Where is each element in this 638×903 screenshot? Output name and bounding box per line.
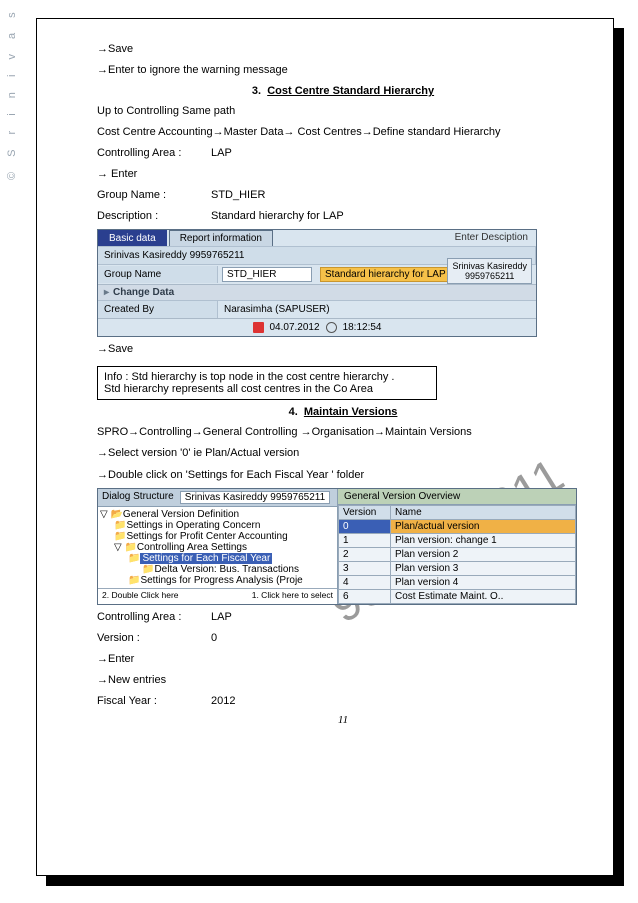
table-row[interactable]: 6Cost Estimate Maint. O.. <box>339 589 576 603</box>
description: Description : Standard hierarchy for LAP <box>97 208 589 225</box>
dialog-structure-label: Dialog Structure <box>102 491 174 504</box>
info-box: Info : Std hierarchy is top node in the … <box>97 366 437 400</box>
tree-node[interactable]: Settings for Progress Analysis (Proje <box>100 575 335 586</box>
group-name: Group Name : STD_HIER <box>97 187 589 204</box>
annotation-2: 2. Double Click here <box>102 590 179 600</box>
version: Version : 0 <box>97 630 589 647</box>
document-page: +91-9959765211 Save Enter to ignore the … <box>36 18 614 876</box>
enter-description-hint: Enter Desciption <box>447 230 536 246</box>
created-by-value: Narasimha (SAPUSER) <box>218 301 336 318</box>
controlling-area: Controlling Area : LAP <box>97 145 589 162</box>
col-name[interactable]: Name <box>391 505 576 519</box>
step-save: Save <box>97 341 589 358</box>
table-row[interactable]: 1Plan version: change 1 <box>339 533 576 547</box>
text-line: Select version '0' ie Plan/Actual versio… <box>97 445 589 462</box>
tree-node[interactable]: ▽ General Version Definition <box>100 509 335 520</box>
created-by-label: Created By <box>98 301 218 318</box>
section-3-title: 3. Cost Centre Standard Hierarchy <box>97 85 589 97</box>
sap-basic-data-panel: Basic data Report information Enter Desc… <box>97 229 537 337</box>
section-4-title: 4. Maintain Versions <box>97 406 589 418</box>
tab-basic-data[interactable]: Basic data <box>98 230 167 246</box>
tree-node-settings-fiscal-year[interactable]: Settings for Each Fiscal Year <box>100 553 335 564</box>
annotation-1: 1. Click here to select <box>252 590 333 600</box>
panel-owner: Srinivas Kasireddy 9959765211 <box>180 491 330 504</box>
table-row[interactable]: 4Plan version 4 <box>339 575 576 589</box>
page-number: 11 <box>97 714 589 726</box>
clock-icon <box>326 322 337 333</box>
group-name-field[interactable]: STD_HIER <box>222 267 312 282</box>
step-enter: Enter <box>97 651 589 668</box>
sap-dialog-structure-panel: Dialog Structure Srinivas Kasireddy 9959… <box>97 488 577 605</box>
date-value: 04.07.2012 <box>270 322 320 333</box>
tree-node[interactable]: ▽ Controlling Area Settings <box>100 542 335 553</box>
side-watermark: © S r i n i v a s a K a s i r e d d y © … <box>6 0 18 180</box>
table-row[interactable]: 3Plan version 3 <box>339 561 576 575</box>
text-line: Cost Centre Accounting→Master Data→ Cost… <box>97 124 589 141</box>
tree-node[interactable]: Settings for Profit Center Accounting <box>100 531 335 542</box>
text-line: Double click on 'Settings for Each Fisca… <box>97 467 589 484</box>
calendar-icon <box>253 322 264 333</box>
tab-report-information[interactable]: Report information <box>169 230 273 246</box>
corner-badge: Srinivas Kasireddy 9959765211 <box>447 258 532 284</box>
version-table: Version Name 0Plan/actual version 1Plan … <box>338 505 576 604</box>
tree-view: ▽ General Version Definition Settings in… <box>98 507 337 588</box>
change-data-header: ▸Change Data <box>98 284 536 300</box>
time-value: 18:12:54 <box>343 322 382 333</box>
fiscal-year: Fiscal Year : 2012 <box>97 693 589 710</box>
step-enter-ignore: Enter to ignore the warning message <box>97 62 589 79</box>
step-new-entries: New entries <box>97 672 589 689</box>
tree-node[interactable]: Settings in Operating Concern <box>100 520 335 531</box>
text-line: Up to Controlling Same path <box>97 103 589 120</box>
group-name-label: Group Name <box>98 266 218 283</box>
general-version-overview-title: General Version Overview <box>338 489 576 505</box>
controlling-area-2: Controlling Area : LAP <box>97 609 589 626</box>
table-row[interactable]: 2Plan version 2 <box>339 547 576 561</box>
col-version[interactable]: Version <box>339 505 391 519</box>
tree-node[interactable]: Delta Version: Bus. Transactions <box>100 564 335 575</box>
text-line: SPRO→Controlling→General Controlling →Or… <box>97 424 589 441</box>
table-row[interactable]: 0Plan/actual version <box>339 519 576 533</box>
step-enter: Enter <box>97 166 589 183</box>
step-save: Save <box>97 41 589 58</box>
